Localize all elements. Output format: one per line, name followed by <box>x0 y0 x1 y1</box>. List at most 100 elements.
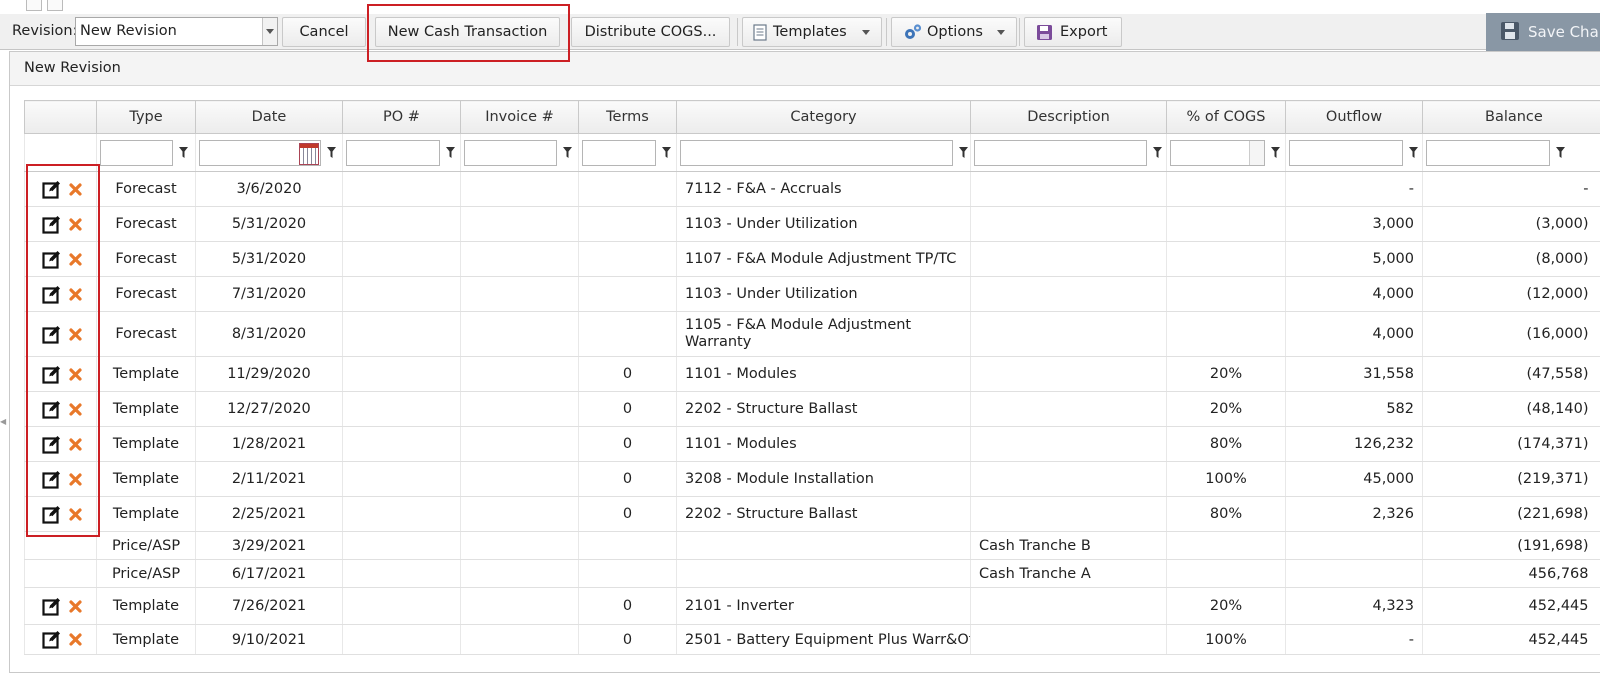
delete-icon[interactable] <box>69 508 82 521</box>
table-row[interactable]: Template11/29/202001101 - Modules20%31,5… <box>25 357 1600 392</box>
filter-date-input[interactable] <box>199 140 321 166</box>
edit-icon[interactable] <box>42 250 61 269</box>
table-row[interactable]: Template9/10/202102501 - Battery Equipme… <box>25 625 1600 655</box>
column-header-pct-cogs[interactable]: % of COGS <box>1167 101 1286 134</box>
delete-icon[interactable] <box>69 368 82 381</box>
table-row[interactable]: Forecast5/31/20201107 - F&A Module Adjus… <box>25 242 1600 277</box>
filter-cell-po <box>343 134 461 172</box>
filter-icon[interactable] <box>1271 147 1280 158</box>
chevron-down-icon[interactable] <box>262 18 277 45</box>
filter-icon[interactable] <box>1556 147 1565 158</box>
cell-type: Forecast <box>97 207 196 242</box>
filter-icon[interactable] <box>327 147 336 158</box>
filter-invoice-input[interactable] <box>464 140 557 166</box>
distribute-cogs-button[interactable]: Distribute COGS... <box>571 17 730 47</box>
edit-icon[interactable] <box>42 180 61 199</box>
cell-outflow: 5,000 <box>1286 242 1423 277</box>
table-row[interactable]: Forecast5/31/20201103 - Under Utilizatio… <box>25 207 1600 242</box>
save-changes-button[interactable]: Save Char <box>1486 13 1600 51</box>
cell-description <box>971 172 1167 207</box>
cell-type: Template <box>97 625 196 655</box>
delete-icon[interactable] <box>69 328 82 341</box>
filter-icon[interactable] <box>959 147 968 158</box>
delete-icon[interactable] <box>69 600 82 613</box>
column-header-invoice[interactable]: Invoice # <box>461 101 579 134</box>
cell-po <box>343 625 461 655</box>
new-cash-transaction-button[interactable]: New Cash Transaction <box>375 17 560 47</box>
cell-balance: 452,445 <box>1423 588 1600 625</box>
cell-category <box>677 560 971 588</box>
filter-terms-input[interactable] <box>582 140 656 166</box>
edit-icon[interactable] <box>42 365 61 384</box>
filter-icon[interactable] <box>1153 147 1162 158</box>
filter-balance-input[interactable] <box>1426 140 1550 166</box>
filter-icon[interactable] <box>446 147 455 158</box>
edit-icon[interactable] <box>42 597 61 616</box>
filter-icon[interactable] <box>1409 147 1418 158</box>
table-row[interactable]: Forecast3/6/20207112 - F&A - Accruals-- <box>25 172 1600 207</box>
edit-icon[interactable] <box>42 505 61 524</box>
table-row[interactable]: Template1/28/202101101 - Modules80%126,2… <box>25 427 1600 462</box>
filter-po-input[interactable] <box>346 140 440 166</box>
column-header-terms[interactable]: Terms <box>579 101 677 134</box>
cancel-button[interactable]: Cancel <box>282 17 366 47</box>
delete-icon[interactable] <box>69 253 82 266</box>
table-row[interactable]: Template2/25/202102202 - Structure Balla… <box>25 497 1600 532</box>
export-button[interactable]: Export <box>1024 17 1122 47</box>
table-row[interactable]: Template7/26/202102101 - Inverter20%4,32… <box>25 588 1600 625</box>
window-tab-button[interactable] <box>47 0 63 11</box>
table-row[interactable]: Forecast8/31/20201105 - F&A Module Adjus… <box>25 312 1600 357</box>
cell-po <box>343 207 461 242</box>
delete-icon[interactable] <box>69 183 82 196</box>
filter-type-input[interactable] <box>100 140 173 166</box>
table-row[interactable]: Template2/11/202103208 - Module Installa… <box>25 462 1600 497</box>
spinner-arrows-icon[interactable] <box>1249 141 1264 165</box>
column-header-description[interactable]: Description <box>971 101 1167 134</box>
edit-icon[interactable] <box>42 285 61 304</box>
delete-icon[interactable] <box>69 403 82 416</box>
cell-terms <box>579 312 677 357</box>
delete-icon[interactable] <box>69 473 82 486</box>
templates-button[interactable]: Templates <box>742 17 882 47</box>
delete-icon[interactable] <box>69 633 82 646</box>
cell-type: Template <box>97 392 196 427</box>
column-header-category[interactable]: Category <box>677 101 971 134</box>
table-row[interactable]: Price/ASP6/17/2021Cash Tranche A456,768 <box>25 560 1600 588</box>
edit-icon[interactable] <box>42 470 61 489</box>
table-row[interactable]: Price/ASP3/29/2021Cash Tranche B(191,698… <box>25 532 1600 560</box>
edit-icon[interactable] <box>42 215 61 234</box>
cell-pct-cogs <box>1167 560 1286 588</box>
filter-description-input[interactable] <box>974 140 1147 166</box>
filter-icon[interactable] <box>179 147 188 158</box>
column-header-type[interactable]: Type <box>97 101 196 134</box>
table-row[interactable]: Forecast7/31/20201103 - Under Utilizatio… <box>25 277 1600 312</box>
cell-pct-cogs: 20% <box>1167 392 1286 427</box>
row-actions <box>25 392 97 427</box>
left-collapse-handle[interactable]: ◀ <box>0 412 4 424</box>
cell-description <box>971 497 1167 532</box>
filter-icon[interactable] <box>563 147 572 158</box>
filter-cell-pct-cogs <box>1167 134 1286 172</box>
edit-icon[interactable] <box>42 325 61 344</box>
delete-icon[interactable] <box>69 288 82 301</box>
delete-icon[interactable] <box>69 438 82 451</box>
filter-icon[interactable] <box>662 147 671 158</box>
column-header-balance[interactable]: Balance <box>1423 101 1600 134</box>
options-button[interactable]: Options <box>891 17 1017 47</box>
column-header-po[interactable]: PO # <box>343 101 461 134</box>
cell-date: 5/31/2020 <box>196 207 343 242</box>
edit-icon[interactable] <box>42 630 61 649</box>
filter-category-input[interactable] <box>680 140 953 166</box>
filter-outflow-input[interactable] <box>1289 140 1403 166</box>
filter-pct-cogs-input[interactable] <box>1170 140 1265 166</box>
column-header-outflow[interactable]: Outflow <box>1286 101 1423 134</box>
delete-icon[interactable] <box>69 218 82 231</box>
edit-icon[interactable] <box>42 400 61 419</box>
column-header-date[interactable]: Date <box>196 101 343 134</box>
calendar-icon[interactable] <box>299 143 319 165</box>
cell-po <box>343 277 461 312</box>
edit-icon[interactable] <box>42 435 61 454</box>
window-tab-button[interactable] <box>26 0 42 11</box>
table-row[interactable]: Template12/27/202002202 - Structure Ball… <box>25 392 1600 427</box>
revision-select[interactable]: New Revision <box>75 17 278 46</box>
